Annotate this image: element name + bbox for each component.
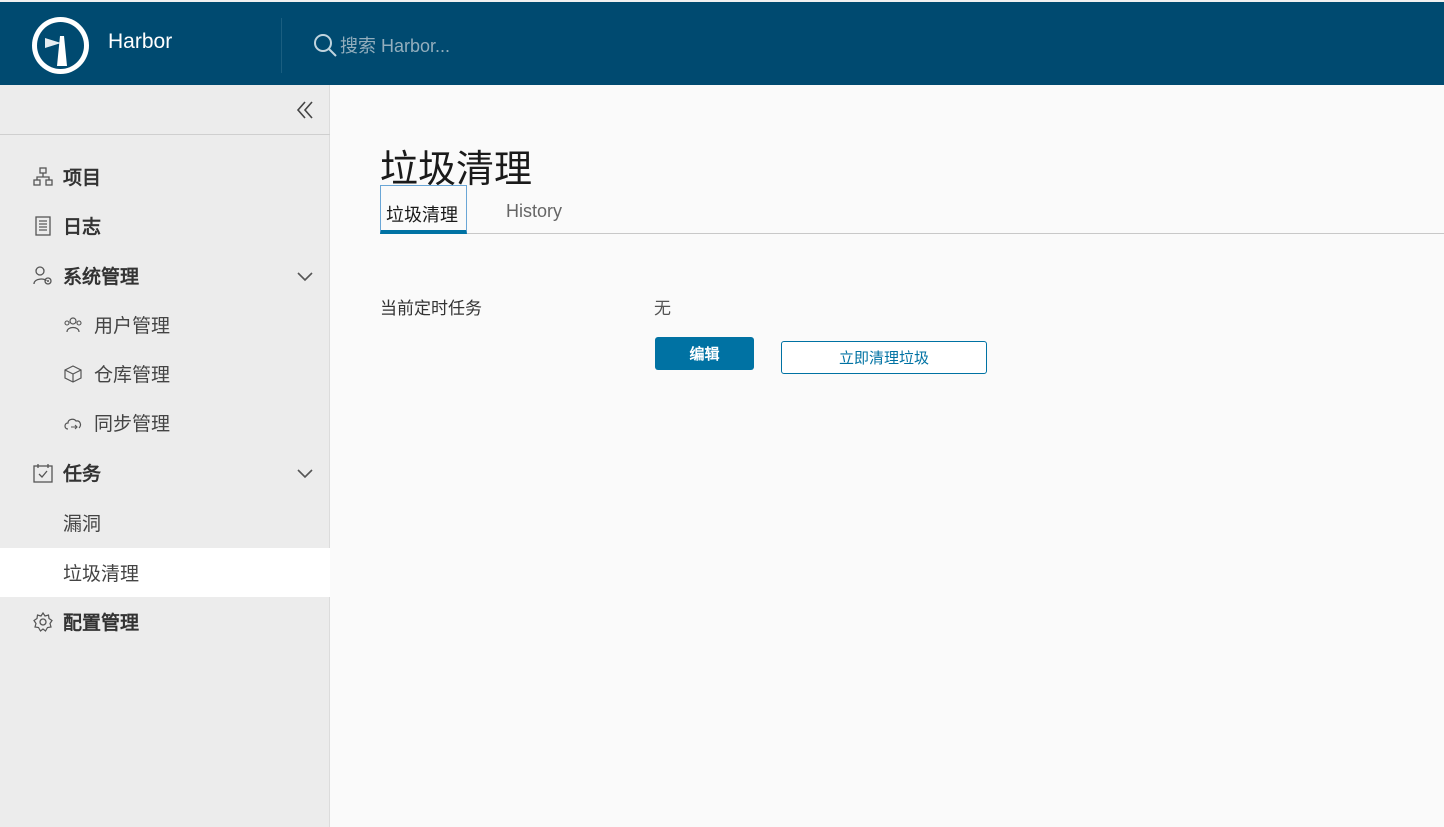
sidebar-item-configuration[interactable]: 配置管理 — [0, 597, 330, 646]
sidebar-item-label: 用户管理 — [94, 315, 171, 337]
admin-icon — [33, 266, 52, 285]
edit-button[interactable]: 编辑 — [655, 337, 754, 370]
sidebar-item-label: 任务 — [63, 463, 102, 485]
users-icon — [64, 317, 82, 333]
sidebar-item-label: 日志 — [63, 216, 102, 238]
header-divider — [281, 18, 282, 73]
sidebar-item-tasks[interactable]: 任务 — [0, 448, 330, 497]
sidebar-item-label: 垃圾清理 — [63, 563, 140, 585]
sidebar-item-label: 项目 — [63, 167, 102, 189]
sidebar: 项目 日志 系统管理 用户管理 仓库管理 同步管理 任务 漏洞 垃圾清理 配置管… — [0, 85, 330, 827]
brand-name[interactable]: Harbor — [108, 30, 172, 54]
gc-now-button[interactable]: 立即清理垃圾 — [781, 341, 987, 374]
replication-icon — [64, 418, 82, 430]
gear-icon — [33, 612, 53, 632]
tab-label: History — [506, 201, 563, 221]
sidebar-collapse-bar — [0, 85, 330, 135]
sidebar-item-projects[interactable]: 项目 — [0, 152, 330, 201]
sidebar-item-registries[interactable]: 仓库管理 — [0, 349, 330, 398]
schedule-value: 无 — [654, 299, 671, 319]
sidebar-item-gc[interactable]: 垃圾清理 — [0, 548, 330, 597]
sidebar-item-label: 同步管理 — [94, 413, 171, 435]
sidebar-item-label: 系统管理 — [63, 266, 140, 288]
harbor-logo[interactable] — [32, 17, 89, 74]
tab-gc[interactable]: 垃圾清理 — [380, 185, 467, 234]
sidebar-item-label: 漏洞 — [63, 513, 102, 535]
tab-bar: 垃圾清理 History — [380, 185, 1444, 234]
harbor-logo-inner — [37, 22, 84, 69]
collapse-sidebar-icon[interactable] — [294, 99, 316, 121]
chevron-down-icon[interactable] — [296, 464, 314, 482]
search-icon[interactable] — [313, 33, 337, 57]
tasks-icon — [33, 464, 53, 483]
schedule-label: 当前定时任务 — [380, 299, 482, 319]
sidebar-item-label: 仓库管理 — [94, 364, 171, 386]
sidebar-item-replications[interactable]: 同步管理 — [0, 398, 330, 447]
sidebar-item-logs[interactable]: 日志 — [0, 201, 330, 250]
logs-icon — [35, 216, 51, 236]
search-input[interactable] — [340, 32, 740, 60]
chevron-down-icon[interactable] — [296, 267, 314, 285]
lighthouse-rays-icon — [45, 38, 61, 48]
sidebar-item-vulnerability[interactable]: 漏洞 — [0, 498, 330, 547]
sidebar-item-users[interactable]: 用户管理 — [0, 300, 330, 349]
sidebar-item-admin[interactable]: 系统管理 — [0, 251, 330, 300]
sidebar-item-label: 配置管理 — [63, 612, 140, 634]
tab-history[interactable]: History — [502, 185, 602, 234]
app-header: Harbor — [0, 0, 1444, 85]
project-icon — [33, 167, 53, 186]
main-content: 垃圾清理 垃圾清理 History 当前定时任务 无 编辑 立即清理垃圾 — [330, 85, 1444, 827]
tab-label: 垃圾清理 — [386, 205, 458, 226]
registry-icon — [64, 365, 82, 383]
